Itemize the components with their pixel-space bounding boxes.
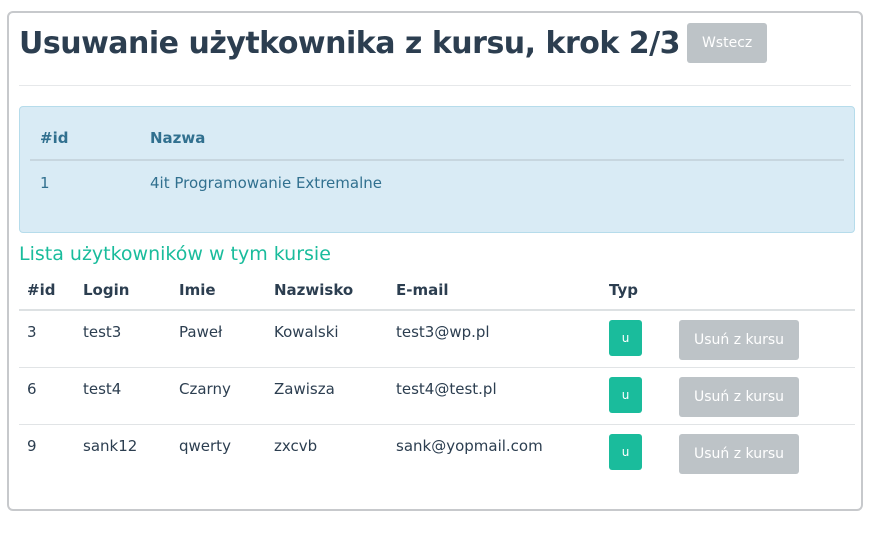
user-action-cell: Usuń z kursu (671, 424, 855, 481)
user-email: sank@yopmail.com (396, 436, 543, 455)
user-action-cell: Usuń z kursu (671, 310, 855, 368)
course-table-header: #id Nazwa (30, 117, 844, 161)
user-last-name: zxcvb (274, 436, 318, 455)
table-row: 6 test4 Czarny Zawisza test4@test.pl u U… (19, 367, 855, 425)
header-first-name: Imie (171, 271, 266, 311)
user-first-name: Paweł (171, 310, 266, 368)
user-first-name: Czarny (171, 367, 266, 425)
course-id-header: #id (30, 117, 140, 161)
user-first-name: qwerty (179, 436, 231, 455)
remove-from-course-button[interactable]: Usuń z kursu (679, 376, 800, 417)
remove-from-course-button[interactable]: Usuń z kursu (679, 433, 800, 474)
user-id: 9 (27, 436, 37, 455)
divider (19, 85, 851, 86)
header-id: #id (19, 271, 75, 311)
course-id: 1 (40, 174, 50, 192)
back-button[interactable]: Wstecz (686, 23, 768, 63)
course-info-box: #id Nazwa 1 4it Programowanie Extremalne (19, 106, 855, 233)
user-last-name: Zawisza (266, 367, 388, 425)
user-type-cell: u (601, 424, 671, 481)
header-login: Login (75, 271, 171, 311)
table-row: 3 test3 Paweł Kowalski test3@wp.pl u Usu… (19, 310, 855, 368)
course-table: #id Nazwa 1 4it Programowanie Extremalne (30, 117, 844, 205)
users-table-header: #id Login Imie Nazwisko E-mail Typ (19, 271, 855, 311)
user-id: 6 (19, 367, 75, 425)
user-last-name: Kowalski (266, 310, 388, 368)
course-table-row: 1 4it Programowanie Extremalne (30, 160, 844, 205)
user-type-badge: u (609, 433, 642, 470)
page-title: Usuwanie użytkownika z kursu, krok 2/3 (19, 25, 680, 61)
header-actions (671, 271, 855, 311)
user-type-cell: u (601, 367, 671, 425)
user-type-cell: u (601, 310, 671, 368)
users-table: #id Login Imie Nazwisko E-mail Typ 3 tes… (19, 271, 855, 481)
user-type-badge: u (609, 320, 642, 356)
user-login: test3 (75, 310, 171, 368)
users-section-title: Lista użytkowników w tym kursie (19, 243, 331, 265)
header-email: E-mail (388, 271, 601, 311)
course-name: 4it Programowanie Extremalne (150, 174, 382, 192)
user-login: test4 (75, 367, 171, 425)
user-login: sank12 (83, 436, 138, 455)
remove-from-course-button[interactable]: Usuń z kursu (679, 320, 800, 360)
user-id: 3 (19, 310, 75, 368)
user-email: test3@wp.pl (388, 310, 601, 368)
header-last-name: Nazwisko (266, 271, 388, 311)
user-action-cell: Usuń z kursu (671, 367, 855, 425)
user-type-badge: u (609, 376, 642, 413)
user-email: test4@test.pl (388, 367, 601, 425)
title-row: Usuwanie użytkownika z kursu, krok 2/3 W… (19, 23, 768, 63)
course-name-header: Nazwa (140, 117, 844, 161)
header-type: Typ (601, 271, 671, 311)
main-panel: Usuwanie użytkownika z kursu, krok 2/3 W… (7, 11, 863, 511)
table-row: 9 sank12 qwerty zxcvb sank@yopmail.com u… (19, 424, 855, 481)
